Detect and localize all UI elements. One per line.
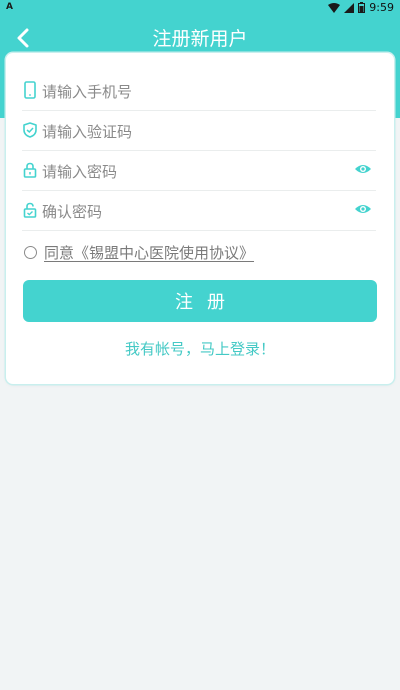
lock-check-icon [23, 202, 37, 218]
battery-icon [358, 2, 366, 13]
password-field[interactable]: 请输入密码 [22, 151, 376, 191]
agreement-row: 同意《锡盟中心医院使用协议》 [24, 241, 254, 263]
phone-icon [24, 81, 36, 99]
eye-icon[interactable] [354, 202, 372, 216]
confirm-password-input[interactable]: 确认密码 [42, 201, 102, 222]
code-field[interactable]: 请输入验证码 [22, 111, 376, 151]
shield-check-icon [23, 122, 37, 138]
signal-icon [344, 2, 355, 13]
code-input[interactable]: 请输入验证码 [42, 121, 132, 142]
lock-icon [23, 162, 37, 178]
login-link[interactable]: 我有帐号，马上登录！ [6, 338, 394, 359]
status-time: 9:59 [369, 1, 394, 14]
password-input[interactable]: 请输入密码 [42, 161, 117, 182]
wifi-icon [328, 2, 341, 13]
status-indicator: A [6, 2, 13, 12]
register-button[interactable]: 注册 [23, 280, 377, 322]
status-bar: A 9:59 [0, 0, 400, 16]
eye-icon[interactable] [354, 162, 372, 176]
confirm-password-field[interactable]: 确认密码 [22, 191, 376, 231]
page-title: 注册新用户 [152, 28, 248, 50]
nav-bar: 注册新用户 [0, 18, 400, 54]
phone-field[interactable]: 请输入手机号 [22, 71, 376, 111]
agreement-radio[interactable] [24, 245, 37, 259]
register-form-card: 请输入手机号 请输入验证码 请输入密码 确认密码 同意《锡盟中心医院使用协议》 … [6, 53, 394, 384]
agreement-link[interactable]: 同意《锡盟中心医院使用协议》 [44, 242, 254, 263]
phone-input[interactable]: 请输入手机号 [42, 81, 132, 102]
